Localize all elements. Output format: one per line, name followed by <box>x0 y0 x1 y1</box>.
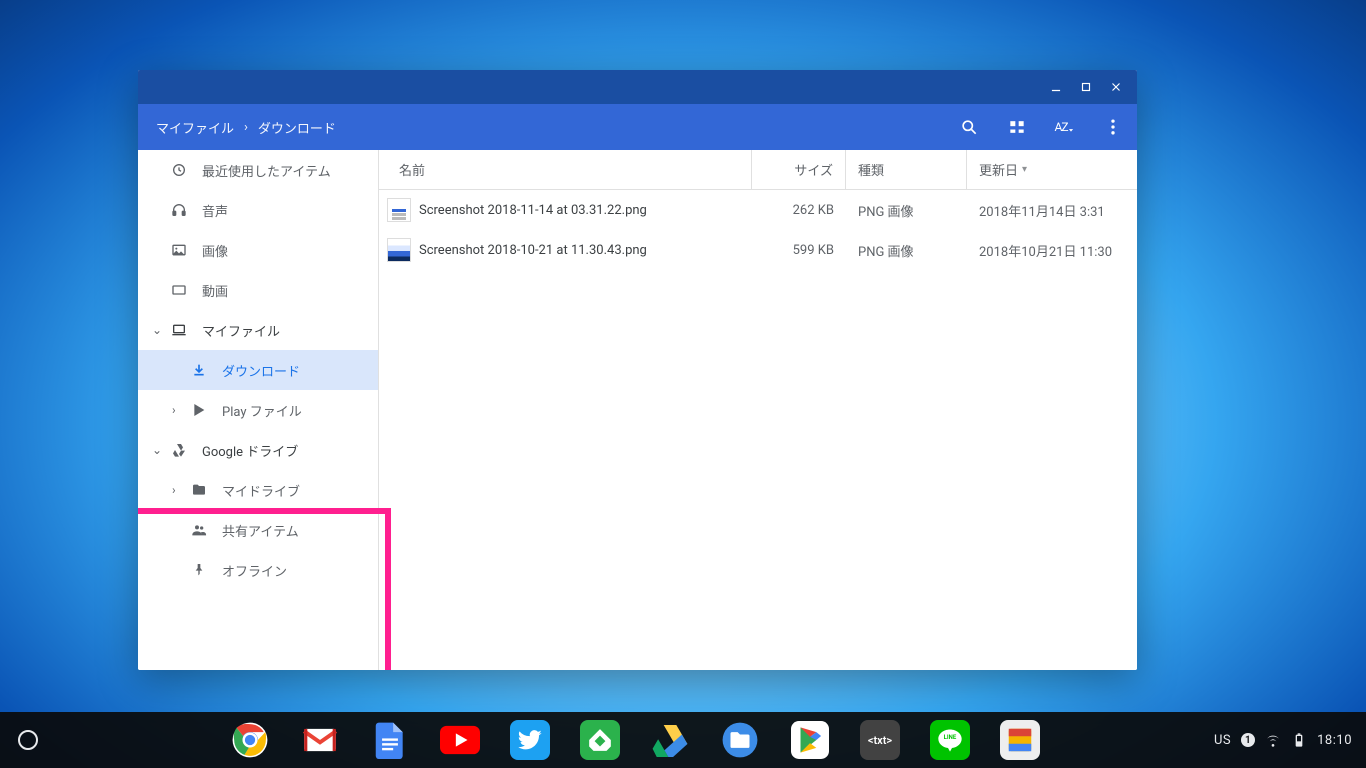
download-icon <box>190 362 208 378</box>
file-thumbnail <box>379 238 419 262</box>
sidebar-item-label: マイファイル <box>202 321 280 340</box>
files-app[interactable] <box>720 720 760 760</box>
col-type[interactable]: 種類 <box>846 150 967 189</box>
more-button[interactable] <box>1089 104 1137 150</box>
movie-icon <box>170 282 188 298</box>
image-icon <box>170 242 188 258</box>
content-area: 最近使用したアイテム 音声 画像 動画 ⌄ マイファイル ダウンロード <box>138 150 1137 670</box>
close-button[interactable] <box>1101 70 1131 104</box>
file-size: 599 KB <box>752 243 846 258</box>
play-store-app[interactable] <box>790 720 830 760</box>
file-list: 名前 サイズ 種類 更新日 ▾ Screenshot 2018-11-14 at … <box>379 150 1137 670</box>
sidebar-videos[interactable]: 動画 <box>138 270 378 310</box>
file-size: 262 KB <box>752 203 846 218</box>
shelf-apps: <txt> LINE <box>56 720 1214 760</box>
laptop-icon <box>170 322 188 338</box>
breadcrumb: マイファイル › ダウンロード <box>138 118 336 137</box>
maximize-button[interactable] <box>1071 70 1101 104</box>
view-toggle-button[interactable] <box>993 104 1041 150</box>
gmail-app[interactable] <box>300 720 340 760</box>
col-date[interactable]: 更新日 ▾ <box>967 150 1137 189</box>
sidebar-myfiles[interactable]: ⌄ マイファイル <box>138 310 378 350</box>
chevron-right-icon[interactable]: › <box>172 403 190 417</box>
pin-icon <box>190 562 208 578</box>
system-tray[interactable]: US 1 18:10 <box>1214 732 1366 748</box>
sidebar-gdrive[interactable]: ⌄ Google ドライブ <box>138 430 378 470</box>
sidebar-item-label: 画像 <box>202 241 228 260</box>
sidebar-shared[interactable]: 共有アイテム <box>138 510 378 550</box>
col-size[interactable]: サイズ <box>752 150 846 189</box>
chrome-app[interactable] <box>230 720 270 760</box>
crouton-app[interactable] <box>1000 720 1040 760</box>
sort-button[interactable]: AZ <box>1041 104 1089 150</box>
breadcrumb-root[interactable]: マイファイル <box>156 118 234 137</box>
sidebar-item-label: オフライン <box>222 561 287 580</box>
col-name[interactable]: 名前 <box>379 150 752 189</box>
sidebar-item-label: 動画 <box>202 281 228 300</box>
docs-app[interactable] <box>370 720 410 760</box>
sidebar-recent[interactable]: 最近使用したアイテム <box>138 150 378 190</box>
sidebar-audio[interactable]: 音声 <box>138 190 378 230</box>
keyboard-indicator: US <box>1214 733 1231 748</box>
line-app[interactable]: LINE <box>930 720 970 760</box>
sidebar-item-label: 共有アイテム <box>222 521 299 540</box>
file-type: PNG 画像 <box>846 201 967 220</box>
col-date-label: 更新日 <box>979 160 1018 179</box>
sidebar-item-label: 最近使用したアイテム <box>202 161 331 180</box>
wifi-icon <box>1265 732 1281 748</box>
breadcrumb-current[interactable]: ダウンロード <box>258 118 336 137</box>
files-window: マイファイル › ダウンロード AZ 最近使用したアイテム 音声 <box>138 70 1137 670</box>
file-date: 2018年11月14日 3:31 <box>967 201 1137 220</box>
col-name-label: 名前 <box>399 160 425 179</box>
file-date: 2018年10月21日 11:30 <box>967 241 1137 260</box>
youtube-app[interactable] <box>440 720 480 760</box>
chevron-right-icon[interactable]: › <box>172 483 190 497</box>
col-size-label: サイズ <box>794 160 833 179</box>
play-icon <box>190 402 208 418</box>
sort-desc-icon: ▾ <box>1022 164 1027 175</box>
sidebar-item-label: Google ドライブ <box>202 441 298 460</box>
toolbar: マイファイル › ダウンロード AZ <box>138 104 1137 150</box>
sidebar-mydrive[interactable]: › マイドライブ <box>138 470 378 510</box>
sidebar-item-label: Play ファイル <box>222 401 302 420</box>
file-type: PNG 画像 <box>846 241 967 260</box>
sidebar-offline[interactable]: オフライン <box>138 550 378 590</box>
file-thumbnail <box>379 198 419 222</box>
sidebar-item-label: ダウンロード <box>222 361 300 380</box>
minimize-button[interactable] <box>1041 70 1071 104</box>
sidebar-item-label: 音声 <box>202 201 228 220</box>
gdrive-icon <box>170 442 188 458</box>
column-headers: 名前 サイズ 種類 更新日 ▾ <box>379 150 1137 190</box>
twitter-app[interactable] <box>510 720 550 760</box>
headphones-icon <box>170 202 188 218</box>
sort-label: AZ <box>1054 120 1067 134</box>
launcher-icon <box>18 730 38 750</box>
drive-app[interactable] <box>650 720 690 760</box>
file-row[interactable]: Screenshot 2018-10-21 at 11.30.43.png 59… <box>379 230 1137 270</box>
sidebar-downloads[interactable]: ダウンロード <box>138 350 378 390</box>
clock: 18:10 <box>1317 733 1352 748</box>
col-type-label: 種類 <box>858 160 884 179</box>
sidebar-playfiles[interactable]: › Play ファイル <box>138 390 378 430</box>
sidebar-images[interactable]: 画像 <box>138 230 378 270</box>
sidebar-item-label: マイドライブ <box>222 481 300 500</box>
notification-count: 1 <box>1241 733 1255 747</box>
chevron-down-icon[interactable]: ⌄ <box>152 443 170 457</box>
clock-icon <box>170 162 188 178</box>
file-name: Screenshot 2018-11-14 at 03.31.22.png <box>419 203 752 218</box>
launcher-button[interactable] <box>0 712 56 768</box>
folder-drive-icon <box>190 482 208 498</box>
file-name: Screenshot 2018-10-21 at 11.30.43.png <box>419 243 752 258</box>
chevron-right-icon: › <box>244 120 248 135</box>
battery-icon <box>1291 732 1307 748</box>
sidebar: 最近使用したアイテム 音声 画像 動画 ⌄ マイファイル ダウンロード <box>138 150 379 670</box>
search-button[interactable] <box>945 104 993 150</box>
text-app[interactable]: <txt> <box>860 720 900 760</box>
people-icon <box>190 522 208 538</box>
window-titlebar[interactable] <box>138 70 1137 104</box>
shelf: <txt> LINE US 1 18:10 <box>0 712 1366 768</box>
chevron-down-icon[interactable]: ⌄ <box>152 323 170 337</box>
feedly-app[interactable] <box>580 720 620 760</box>
file-row[interactable]: Screenshot 2018-11-14 at 03.31.22.png 26… <box>379 190 1137 230</box>
